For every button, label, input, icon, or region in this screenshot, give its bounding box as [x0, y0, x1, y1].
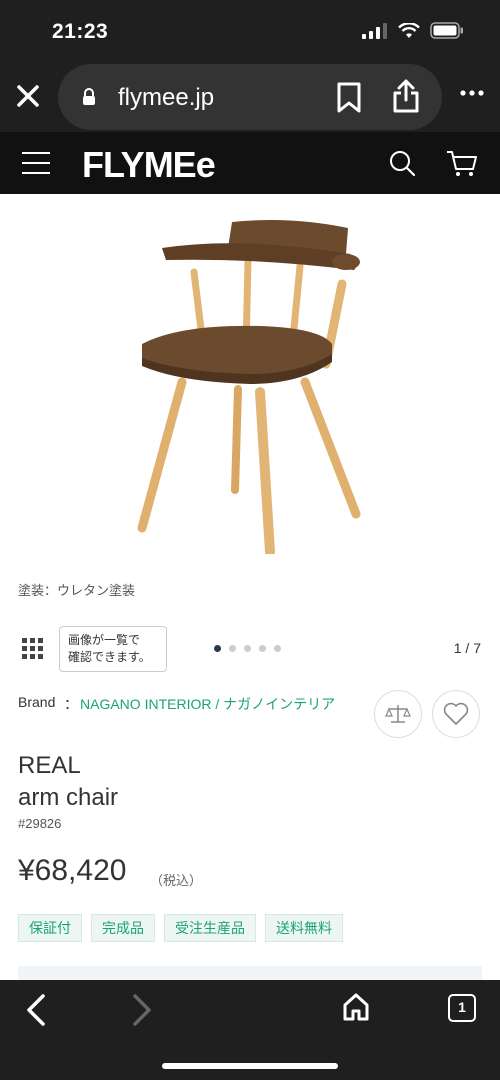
product-page: 塗装：ウレタン塗装 画像が一覧で 確認できます。 1 / 7 Brand ： N…: [0, 194, 500, 980]
share-icon[interactable]: [392, 78, 420, 114]
favorite-button[interactable]: [432, 690, 480, 738]
product-tags: 保証付 完成品 受注生産品 送料無料: [18, 914, 343, 942]
more-icon[interactable]: [460, 90, 484, 96]
signal-icon: [362, 22, 387, 39]
status-bar: 21:23: [0, 0, 500, 60]
browser-toolbar: 1: [0, 980, 500, 1080]
brand-link[interactable]: NAGANO INTERIOR / ナガノインテリア: [80, 693, 340, 715]
product-name-line-2: arm chair: [18, 784, 119, 811]
tag-made-to-order: 受注生産品: [164, 914, 256, 942]
product-price: ¥68,420: [18, 854, 127, 887]
tooltip-line-1: 画像が一覧で: [68, 633, 141, 647]
carousel-dot[interactable]: [229, 645, 236, 652]
back-icon[interactable]: [26, 994, 46, 1026]
image-counter: 1 / 7: [453, 640, 481, 656]
battery-icon: [430, 22, 463, 39]
status-icons: [362, 22, 464, 39]
gallery-tooltip: 画像が一覧で 確認できます。: [59, 626, 167, 672]
tag-free-shipping: 送料無料: [265, 914, 343, 942]
address-bar[interactable]: flymee.jp: [58, 64, 442, 130]
image-caption: 塗装：ウレタン塗装: [18, 583, 136, 598]
forward-icon[interactable]: [132, 994, 152, 1026]
tax-note: （税込）: [150, 873, 203, 888]
search-icon[interactable]: [388, 149, 416, 177]
carousel-dot[interactable]: [259, 645, 266, 652]
tooltip-line-2: 確認できます。: [68, 650, 151, 664]
url-text: flymee.jp: [118, 84, 215, 111]
site-logo[interactable]: FLYMEe: [82, 144, 216, 186]
wifi-icon: [398, 22, 420, 38]
brand-label: Brand: [18, 694, 56, 710]
close-icon[interactable]: [14, 82, 42, 110]
product-name-line-1: REAL: [18, 752, 81, 779]
brand-separator: ：: [64, 696, 78, 712]
tag-warranty: 保証付: [18, 914, 82, 942]
heart-icon: [443, 702, 469, 725]
browser-bar: flymee.jp: [0, 60, 500, 132]
status-time: 21:23: [52, 20, 109, 43]
carousel-dot[interactable]: [244, 645, 251, 652]
tabs-icon[interactable]: 1: [448, 994, 476, 1022]
tag-assembled: 完成品: [91, 914, 155, 942]
product-id: #29826: [18, 816, 62, 831]
compare-icon: [385, 705, 411, 723]
lock-icon: [83, 88, 95, 105]
carousel-dot[interactable]: [214, 645, 221, 652]
product-image[interactable]: [120, 214, 380, 554]
carousel-dots[interactable]: [214, 645, 281, 652]
home-indicator[interactable]: [162, 1063, 338, 1069]
product-name: REAL arm chair: [18, 750, 118, 814]
site-header: FLYMEe: [0, 132, 500, 194]
compare-button[interactable]: [374, 690, 422, 738]
home-icon[interactable]: [342, 992, 370, 1022]
grid-icon[interactable]: [22, 638, 44, 660]
cart-icon[interactable]: [446, 149, 478, 177]
info-box: [18, 966, 482, 980]
bookmark-icon[interactable]: [336, 82, 362, 114]
menu-icon[interactable]: [22, 152, 50, 174]
carousel-dot[interactable]: [274, 645, 281, 652]
